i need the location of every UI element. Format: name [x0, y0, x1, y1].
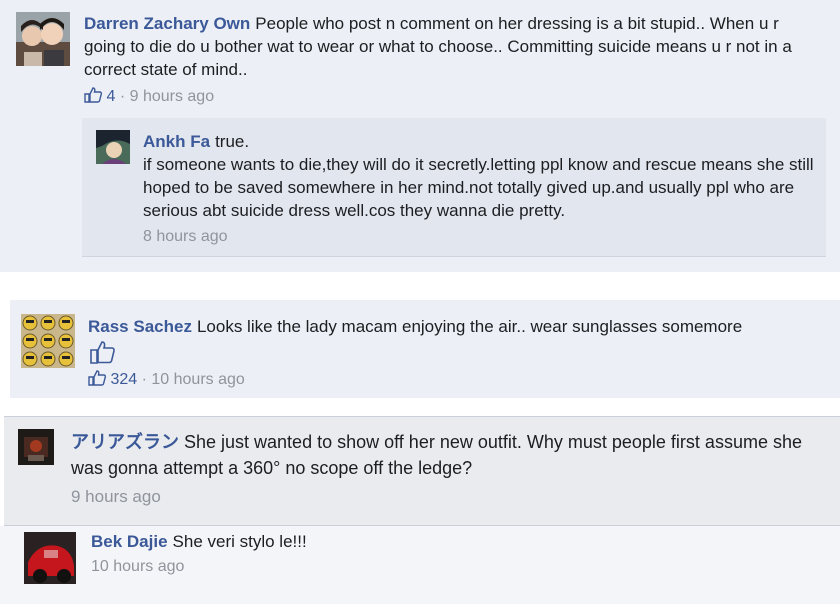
comment-body: Rass Sachez Looks like the lady macam enj… [88, 315, 828, 338]
comment-body: Bek Dajie She veri stylo le!!! [91, 530, 791, 553]
comment-text: Looks like the lady macam enjoying the a… [196, 317, 743, 336]
reply-text: if someone wants to die,they will do it … [143, 155, 814, 220]
timestamp[interactable]: 10 hours ago [151, 371, 244, 388]
thumbs-up-icon[interactable] [84, 87, 106, 105]
comment-meta: 324 · 10 hours ago [88, 370, 245, 389]
comment-text: She veri stylo le!!! [172, 532, 307, 551]
comment-thread-3: アリアズラン She just wanted to show off her ne… [4, 416, 840, 526]
meta-separator: · [141, 371, 147, 388]
avatar-ankh[interactable] [96, 130, 130, 164]
like-count[interactable]: 324 [110, 371, 137, 388]
comment-meta: 10 hours ago [91, 558, 184, 576]
comment-thread-2: Rass Sachez Looks like the lady macam enj… [10, 300, 840, 398]
timestamp[interactable]: 8 hours ago [143, 228, 228, 245]
timestamp[interactable]: 10 hours ago [91, 558, 184, 575]
author-link[interactable]: Bek Dajie [91, 532, 168, 551]
comment-body: Darren Zachary Own People who post n comm… [84, 12, 804, 81]
comment-thread-4: Bek Dajie She veri stylo le!!! 10 hours a… [0, 526, 840, 604]
reply-meta: 8 hours ago [143, 228, 228, 246]
avatar-ariazuran[interactable] [18, 429, 54, 465]
meta-separator: · [119, 88, 126, 105]
comment-body: アリアズラン She just wanted to show off her ne… [71, 429, 811, 481]
reply-text-first: true. [215, 132, 250, 151]
avatar-darren[interactable] [16, 12, 70, 66]
comment-thread-1: Darren Zachary Own People who post n comm… [0, 0, 840, 272]
comment-meta: 9 hours ago [71, 487, 161, 507]
reply-container: Ankh Fa true. if someone wants to die,the… [82, 118, 826, 257]
like-count[interactable]: 4 [106, 88, 115, 105]
reply-body: Ankh Fa true. if someone wants to die,the… [143, 130, 821, 222]
timestamp[interactable]: 9 hours ago [130, 88, 215, 105]
avatar-bek[interactable] [24, 532, 76, 584]
author-link[interactable]: Darren Zachary Own [84, 14, 250, 33]
comment-text: She just wanted to show off her new outf… [71, 432, 802, 478]
thumbs-up-icon[interactable] [88, 370, 110, 388]
author-link[interactable]: アリアズラン [71, 432, 179, 452]
thumbs-up-icon [90, 340, 116, 369]
avatar-rass[interactable] [21, 314, 75, 368]
author-link[interactable]: Ankh Fa [143, 132, 210, 151]
timestamp[interactable]: 9 hours ago [71, 487, 161, 506]
comment-meta: 4 · 9 hours ago [84, 87, 214, 106]
author-link[interactable]: Rass Sachez [88, 317, 192, 336]
